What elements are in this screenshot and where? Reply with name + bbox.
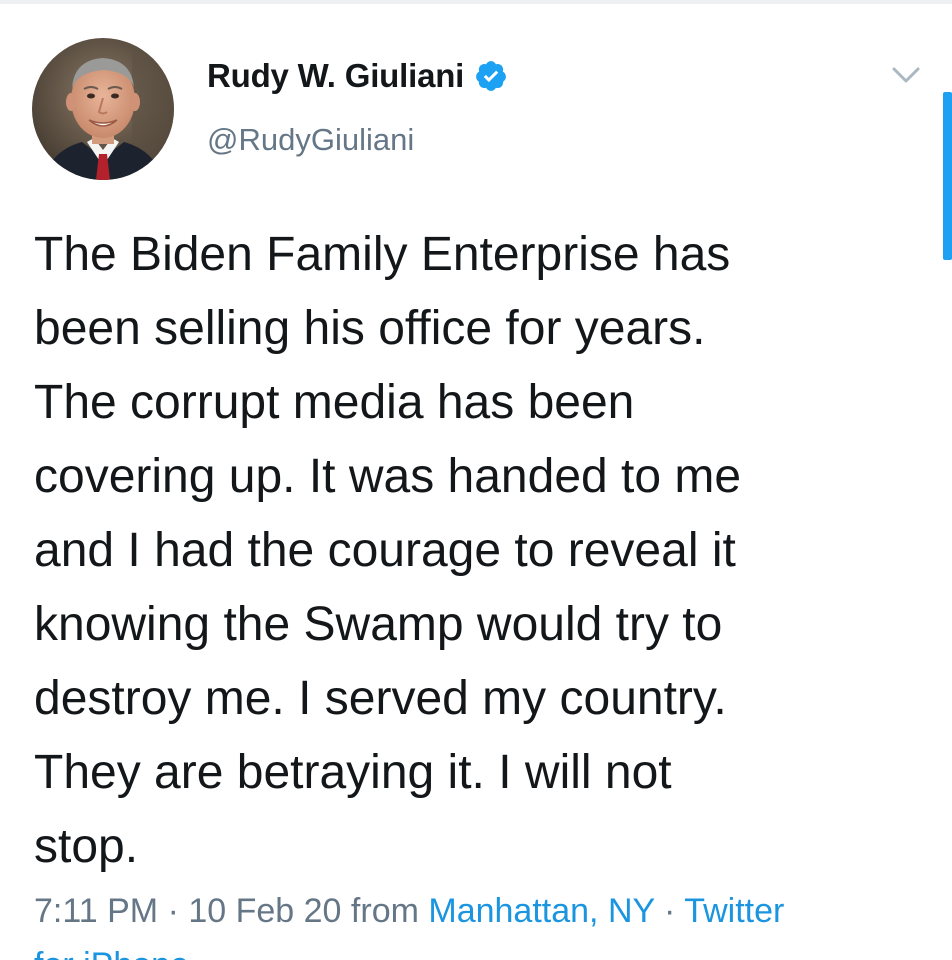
source-link-continued[interactable]: for iPhone [34, 946, 189, 960]
avatar[interactable] [32, 38, 174, 180]
tweet-text-line: They are betraying it. I will not [34, 746, 672, 799]
tweet-text: The Biden Family Enterprise has been sel… [34, 218, 914, 884]
tweet-text-line: covering up. It was handed to me [34, 450, 742, 503]
tweet-time[interactable]: 7:11 PM [34, 892, 158, 930]
display-name[interactable]: Rudy W. Giuliani [207, 57, 464, 95]
display-name-row[interactable]: Rudy W. Giuliani [207, 52, 508, 100]
tweet-page: Rudy W. Giuliani @RudyGiuliani The Biden… [0, 0, 952, 960]
tweet-meta: 7:11 PM · 10 Feb 20 from Manhattan, NY ·… [34, 892, 784, 931]
tweet-text-line: been selling his office for years. [34, 302, 706, 355]
avatar-image [32, 38, 174, 180]
user-handle[interactable]: @RudyGiuliani [207, 122, 414, 158]
verified-badge-icon [474, 59, 508, 93]
tweet-text-line: The corrupt media has been [34, 376, 635, 429]
tweet-text-line: destroy me. I served my country. [34, 672, 727, 725]
location-link[interactable]: Manhattan, NY [428, 892, 654, 930]
meta-separator: · [167, 892, 179, 930]
tweet-text-line: stop. [34, 820, 139, 873]
scrollbar[interactable] [943, 92, 952, 260]
meta-separator: · [664, 892, 676, 930]
source-link[interactable]: Twitter [684, 892, 784, 930]
tweet-date[interactable]: 10 Feb 20 [188, 892, 341, 930]
chevron-down-icon[interactable] [888, 60, 924, 90]
tweet-text-line: and I had the courage to reveal it [34, 524, 736, 577]
tweet-text-line: knowing the Swamp would try to [34, 598, 723, 651]
tweet-text-line: The Biden Family Enterprise has [34, 228, 731, 281]
from-label: from [350, 892, 419, 930]
top-divider [0, 0, 952, 4]
